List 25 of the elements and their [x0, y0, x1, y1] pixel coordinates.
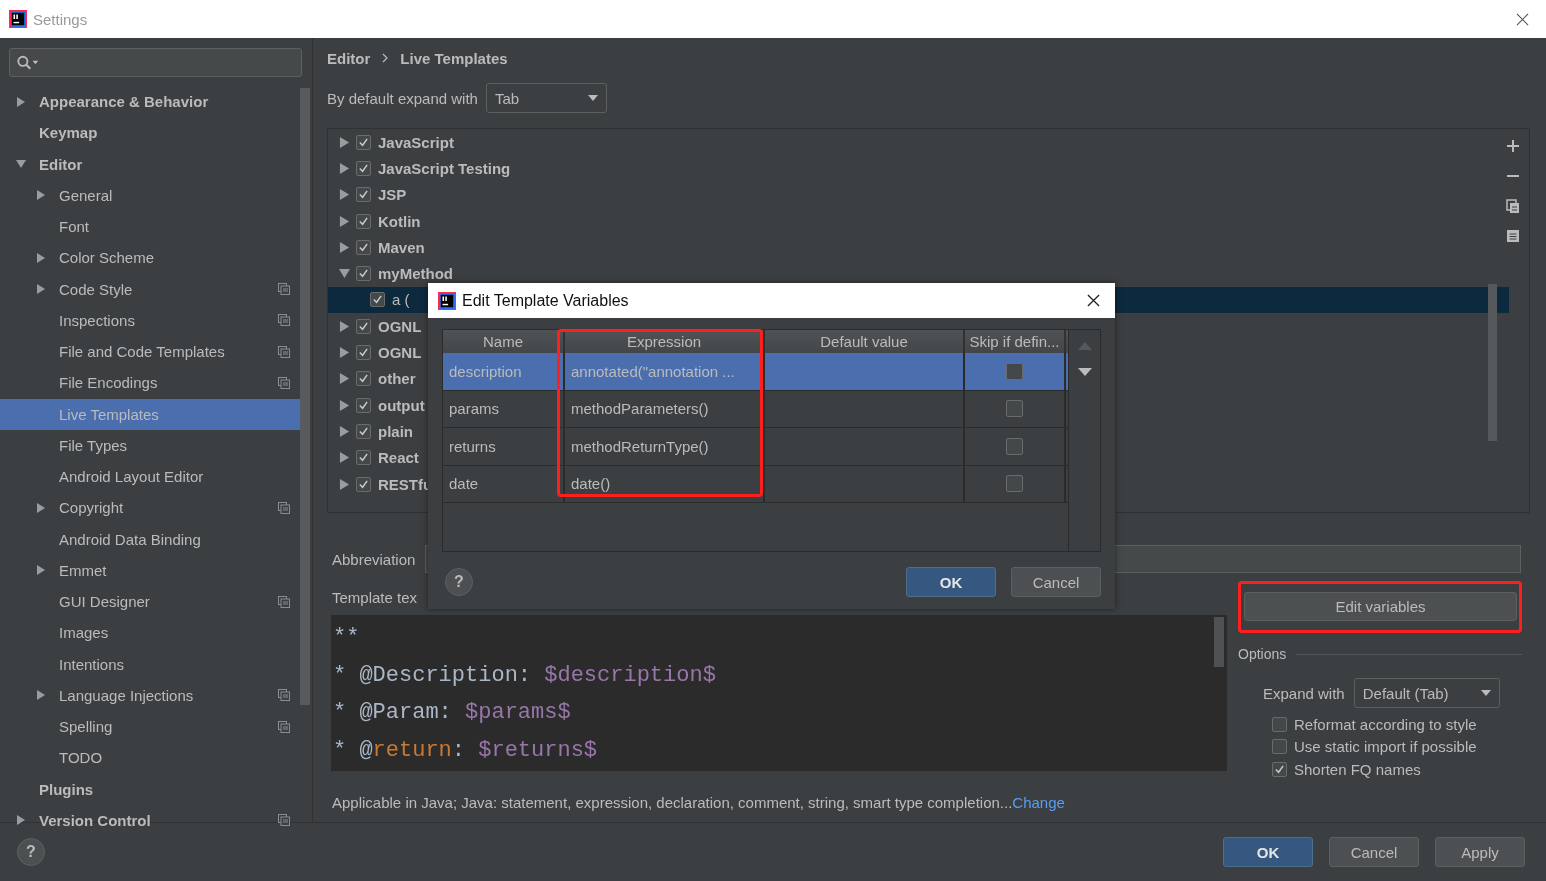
table-cell: methodReturnType()	[565, 428, 765, 465]
table-cell: date	[443, 465, 565, 502]
checkbox-label: Reformat according to style	[1294, 715, 1477, 733]
abbreviation-label: Abbreviation	[332, 550, 416, 568]
code-line: * @return: $returns$	[332, 736, 598, 765]
template-text-label: Template tex	[331, 588, 418, 608]
expand-label: By default expand with	[327, 89, 478, 107]
window-title: Settings	[33, 10, 88, 28]
breadcrumb-item: Editor	[327, 49, 371, 67]
breadcrumb-item: Live Templates	[400, 49, 508, 67]
table-cell: date()	[565, 465, 765, 502]
checkbox-label: Use static import if possible	[1294, 738, 1477, 756]
table-cell: params	[443, 390, 565, 427]
checkbox-label: Shorten FQ names	[1294, 760, 1421, 778]
code-line: **	[332, 624, 360, 652]
options-heading: Options	[1238, 646, 1287, 662]
dialog-title: Edit Template Variables	[462, 291, 629, 310]
expand-with-label: Expand with	[1263, 684, 1345, 702]
code-line: * @Param: $params$	[332, 699, 571, 727]
code-line: * @Description: $description$	[332, 661, 716, 690]
applicable-contexts-text: Applicable in Java; Java: statement, expression, declaration, comment, string, smart type completion...	[332, 794, 1013, 811]
table-cell: methodParameters()	[565, 390, 765, 427]
table-cell: annotated("annotation ...	[565, 353, 765, 390]
table-cell: description	[443, 353, 565, 390]
table-cell: returns	[443, 428, 565, 465]
